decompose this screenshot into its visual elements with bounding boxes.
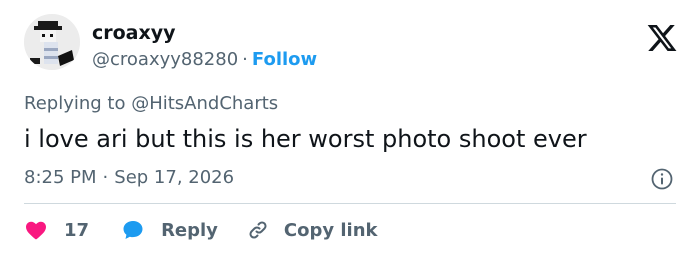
like-count: 17 [64, 219, 90, 241]
tweet-time: 8:25 PM [24, 167, 97, 188]
link-icon [249, 221, 267, 239]
copy-link-label: Copy link [283, 219, 378, 241]
handle-row: @croaxyy88280 · Follow [92, 48, 317, 72]
reply-context: Replying to @HitsAndCharts [24, 92, 278, 116]
avatar[interactable] [24, 14, 80, 70]
copy-link-button[interactable]: Copy link [246, 218, 378, 242]
display-name[interactable]: croaxyy [92, 21, 176, 45]
info-icon[interactable] [650, 167, 674, 191]
speech-bubble-icon [123, 221, 143, 239]
x-logo-icon[interactable] [646, 22, 678, 54]
reply-label: Reply [161, 219, 218, 241]
tweet-date: Sep 17, 2026 [114, 167, 235, 188]
tweet-meta[interactable]: 8:25 PM · Sep 17, 2026 [24, 166, 234, 190]
follow-button[interactable]: Follow [252, 49, 317, 70]
reply-button[interactable]: Reply [121, 218, 218, 242]
tweet-card: croaxyy @croaxyy88280 · Follow Replying to… [0, 0, 700, 256]
meta-separator: · [102, 167, 109, 188]
reply-mention-link[interactable]: @HitsAndCharts [131, 93, 278, 114]
user-handle[interactable]: @croaxyy88280 [92, 49, 238, 70]
avatar-image [24, 14, 80, 70]
separator-dot: · [242, 49, 248, 70]
heart-icon [26, 221, 46, 240]
like-button[interactable]: 17 [24, 218, 89, 242]
divider [24, 203, 676, 204]
tweet-text: i love ari but this is her worst photo s… [24, 125, 587, 153]
action-bar: 17 Reply Copy link [24, 216, 378, 244]
reply-prefix: Replying to [24, 93, 132, 114]
